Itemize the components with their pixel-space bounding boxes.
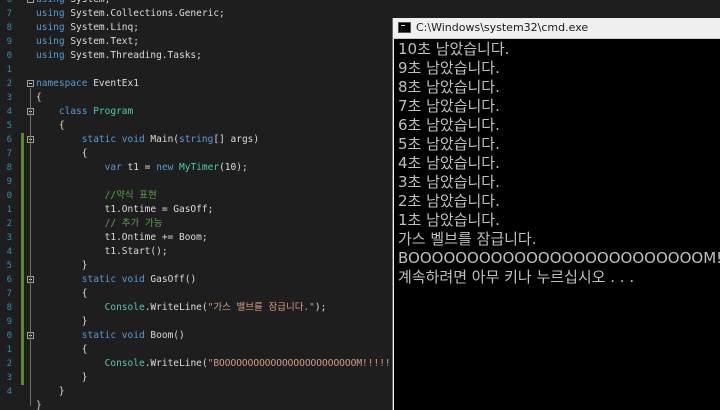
line-number: 1: [6, 65, 12, 75]
code-line: static void Main(string[] args): [36, 134, 260, 145]
code-line: using System;: [36, 0, 110, 7]
code-line: static void Boom(): [36, 330, 185, 341]
code-line: {: [36, 92, 42, 103]
console-line: 6초 남았습니다.: [398, 116, 500, 134]
collapse-toggle[interactable]: [27, 80, 34, 87]
code-line: {: [36, 288, 88, 299]
line-number: 9: [6, 37, 12, 47]
code-line: namespace EventEx1: [36, 78, 139, 89]
code-line: {: [36, 120, 65, 131]
code-line: // 추가 가능: [36, 218, 163, 229]
console-line: 10초 남았습니다.: [398, 40, 510, 58]
line-number: 9: [6, 317, 12, 327]
cmd-title-bar[interactable]: C:\Windows\system32\cmd.exe: [393, 18, 720, 39]
code-line: class Program: [36, 106, 134, 117]
code-line: t1.Ontime += Boom;: [36, 232, 208, 243]
line-number: 8: [6, 23, 12, 33]
console-line: 4초 남았습니다.: [398, 154, 500, 172]
line-number: 8: [6, 303, 12, 313]
code-line: t1.Ontime = GasOff;: [36, 204, 214, 215]
line-number: 5: [6, 121, 12, 131]
code-line: {: [36, 344, 88, 355]
console-line: 가스 벨브를 잠급니다.: [398, 230, 537, 248]
collapse-toggle[interactable]: [27, 0, 34, 3]
code-line: {: [36, 148, 88, 159]
code-line: using System.Text;: [36, 36, 139, 47]
console-line: 9초 남았습니다.: [398, 59, 500, 77]
console-line: BOOOOOOOOOOOOOOOOOOOOOOOOOM!!!!!!: [398, 249, 720, 267]
cmd-window-icon: [398, 22, 411, 33]
line-number: 3: [6, 233, 12, 243]
fold-guide-line: [30, 284, 31, 322]
code-editor[interactable]: 6 7 8 9 0 1 2 3 4 5 6 7 8 9 0 1 2 3 4 5 6 7 8 9 0 1 2 3 4 using Syst…: [0, 0, 392, 410]
line-number: 2: [6, 219, 12, 229]
code-line: using System.Collections.Generic;: [36, 8, 225, 19]
code-line: t1.Start();: [36, 246, 168, 257]
console-line: 1초 남았습니다.: [398, 211, 500, 229]
console-line: 계속하려면 아무 키나 누르십시오 . . .: [398, 268, 635, 286]
code-line: }: [36, 316, 88, 327]
console-line: 3초 남았습니다.: [398, 173, 500, 191]
line-number: 5: [6, 261, 12, 271]
line-number: 2: [6, 79, 12, 89]
line-number: 4: [6, 247, 12, 257]
line-number: 3: [6, 93, 12, 103]
console-line: 2초 남았습니다.: [398, 192, 500, 210]
change-tracking-bar: [21, 133, 24, 385]
line-number-gutter: 6 7 8 9 0 1 2 3 4 5 6 7 8 9 0 1 2 3 4 5 6 7 8 9 0 1 2 3 4: [0, 0, 14, 410]
fold-guide-line: [30, 144, 31, 266]
line-number: 7: [6, 149, 12, 159]
line-number: 2: [6, 359, 12, 369]
line-number: 4: [6, 387, 12, 397]
code-line: }: [36, 386, 65, 397]
console-output[interactable]: 10초 남았습니다. 9초 남았습니다. 8초 남았습니다. 7초 남았습니다. 6초 …: [394, 39, 720, 410]
code-line: //약식 표현: [36, 190, 157, 201]
code-line: using System.Threading.Tasks;: [36, 50, 202, 61]
console-line: 7초 남았습니다.: [398, 97, 500, 115]
line-number: 0: [6, 191, 12, 201]
line-number: 4: [6, 107, 12, 117]
cmd-window[interactable]: C:\Windows\system32\cmd.exe 10초 남았습니다. 9초…: [392, 18, 720, 410]
code-line: }: [36, 400, 42, 410]
code-line: var t1 = new MyTimer(10);: [36, 162, 248, 173]
console-line: 8초 남았습니다.: [398, 78, 500, 96]
line-number: 8: [6, 163, 12, 173]
line-number: 6: [6, 0, 12, 5]
line-number: 6: [6, 275, 12, 285]
fold-guide-line: [30, 340, 31, 378]
code-line: }: [36, 260, 88, 271]
line-number: 6: [6, 135, 12, 145]
line-number: 9: [6, 177, 12, 187]
cmd-window-title: C:\Windows\system32\cmd.exe: [416, 21, 589, 34]
code-line: Console.WriteLine("가스 밸브를 잠급니다.");: [104, 302, 327, 313]
line-number: 7: [6, 289, 12, 299]
code-line: using System.Linq;: [36, 22, 139, 33]
code-line: static void GasOff(): [36, 274, 197, 285]
console-line: 5초 남았습니다.: [398, 135, 500, 153]
line-number: 0: [6, 51, 12, 61]
code-line: }: [36, 372, 88, 383]
line-number: 1: [6, 205, 12, 215]
line-number: 0: [6, 331, 12, 341]
line-number: 1: [6, 345, 12, 355]
line-number: 3: [6, 373, 12, 383]
line-number: 7: [6, 9, 12, 19]
code-line: Console.WriteLine("BOOOOOOOOOOOOOOOOOOOO…: [104, 358, 392, 369]
